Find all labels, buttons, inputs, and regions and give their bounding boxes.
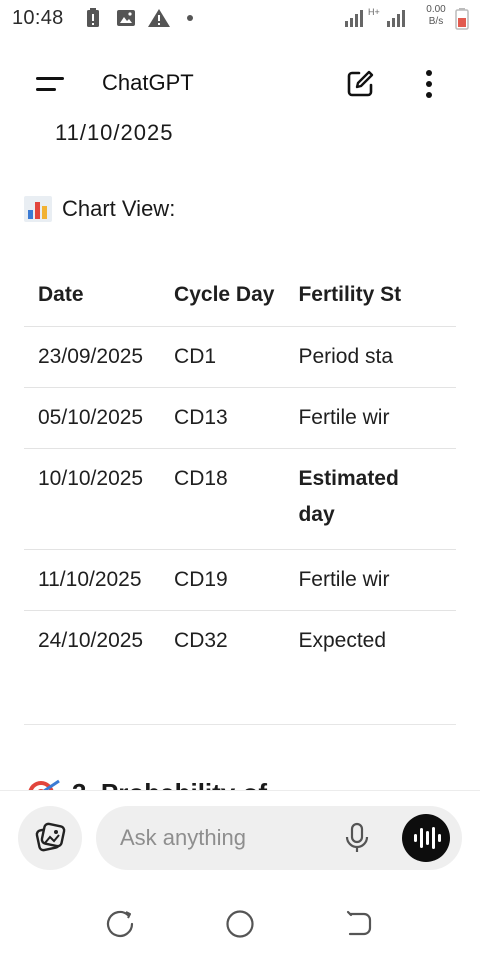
table-row: 05/10/2025 CD13 Fertile wir <box>24 387 456 449</box>
table-row: 24/10/2025 CD32 Expected <box>24 611 456 672</box>
app-title: ChatGPT <box>102 70 194 95</box>
battery-saver-icon <box>87 8 99 27</box>
table-row: 10/10/2025 CD18 Estimated day <box>24 448 456 550</box>
menu-button[interactable] <box>33 70 67 98</box>
fertility-table-scroll[interactable]: Date Cycle Day Fertility St 23/09/2025 C… <box>24 264 456 671</box>
home-icon <box>226 910 254 938</box>
status-time: 10:48 <box>12 7 64 29</box>
net-speed-unit: B/s <box>428 16 444 27</box>
table-row: 11/10/2025 CD19 Fertile wir <box>24 549 456 611</box>
cell-status: Period sta <box>298 326 456 388</box>
column-header-date: Date <box>24 264 175 327</box>
signal-icon <box>345 10 363 27</box>
table-header-row: Date Cycle Day Fertility St <box>24 264 456 327</box>
status-bar: 10:48 H+ 0.00 B/s <box>0 0 480 38</box>
svg-text:H+: H+ <box>368 7 380 17</box>
cell-cycle-day: CD19 <box>174 549 299 611</box>
composer-separator <box>0 790 480 791</box>
home-button[interactable] <box>224 908 256 940</box>
signal-icon <box>387 10 405 27</box>
bar-chart-icon <box>24 196 52 222</box>
more-vertical-icon <box>426 70 432 98</box>
attach-image-button[interactable] <box>18 806 82 870</box>
target-icon <box>28 779 60 790</box>
hplus-icon: H+ <box>368 7 380 17</box>
cell-date: 11/10/2025 <box>24 549 175 611</box>
section-divider <box>24 724 456 725</box>
back-button[interactable] <box>342 908 374 940</box>
chart-view-heading: Chart View: <box>24 196 175 222</box>
more-options-button[interactable] <box>418 68 440 100</box>
microphone-button[interactable] <box>342 822 372 854</box>
cell-date: 05/10/2025 <box>24 387 175 449</box>
net-speed-value: 0.00 <box>426 4 446 15</box>
cell-date: 10/10/2025 <box>24 448 175 550</box>
voice-mode-button[interactable] <box>402 814 450 862</box>
cell-cycle-day: CD13 <box>174 387 299 449</box>
recents-icon <box>106 910 134 937</box>
app-header: ChatGPT <box>0 56 480 112</box>
next-section-heading: 3. Probability of <box>26 778 267 790</box>
recents-button[interactable] <box>104 908 136 940</box>
cell-status-line1: Estimated <box>298 467 399 490</box>
back-icon <box>346 910 372 936</box>
column-header-cycle-day: Cycle Day <box>174 264 299 327</box>
cell-status: Fertile wir <box>298 387 456 449</box>
ask-box <box>96 806 462 870</box>
system-nav-bar <box>0 900 480 950</box>
image-icon <box>117 10 135 26</box>
cell-status: Fertile wir <box>298 549 456 611</box>
warning-icon <box>148 9 170 27</box>
chart-view-label: Chart View: <box>62 196 176 221</box>
column-header-fertility-status: Fertility St <box>298 264 456 327</box>
table-row: 23/09/2025 CD1 Period sta <box>24 326 456 388</box>
cell-cycle-day: CD18 <box>174 448 299 550</box>
chat-content[interactable]: 11/10/2025 Chart View: Date Cycle Day Fe… <box>0 118 480 790</box>
new-chat-button[interactable] <box>344 68 376 100</box>
cell-date: 24/10/2025 <box>38 629 144 652</box>
menu-icon <box>36 77 64 91</box>
cell-date: 23/09/2025 <box>24 326 175 388</box>
voice-mode-icon <box>414 827 441 849</box>
cell-status: Expected <box>298 629 387 652</box>
microphone-icon <box>345 822 369 852</box>
ask-input[interactable] <box>120 806 320 870</box>
dot-icon <box>187 15 193 21</box>
cut-off-date-text: 11/10/2025 <box>55 120 174 145</box>
attach-image-icon <box>35 822 66 852</box>
battery-icon <box>455 8 469 30</box>
cell-status-line2: day <box>298 503 335 526</box>
next-section-title: 3. Probability of <box>72 778 267 790</box>
cell-cycle-day: CD32 <box>174 629 228 652</box>
fertility-table: Date Cycle Day Fertility St 23/09/2025 C… <box>24 264 456 671</box>
net-speed: 0.00 B/s <box>424 4 448 28</box>
new-chat-icon <box>347 70 374 97</box>
cell-status: Estimated day <box>298 448 456 550</box>
cell-cycle-day: CD1 <box>174 326 299 388</box>
